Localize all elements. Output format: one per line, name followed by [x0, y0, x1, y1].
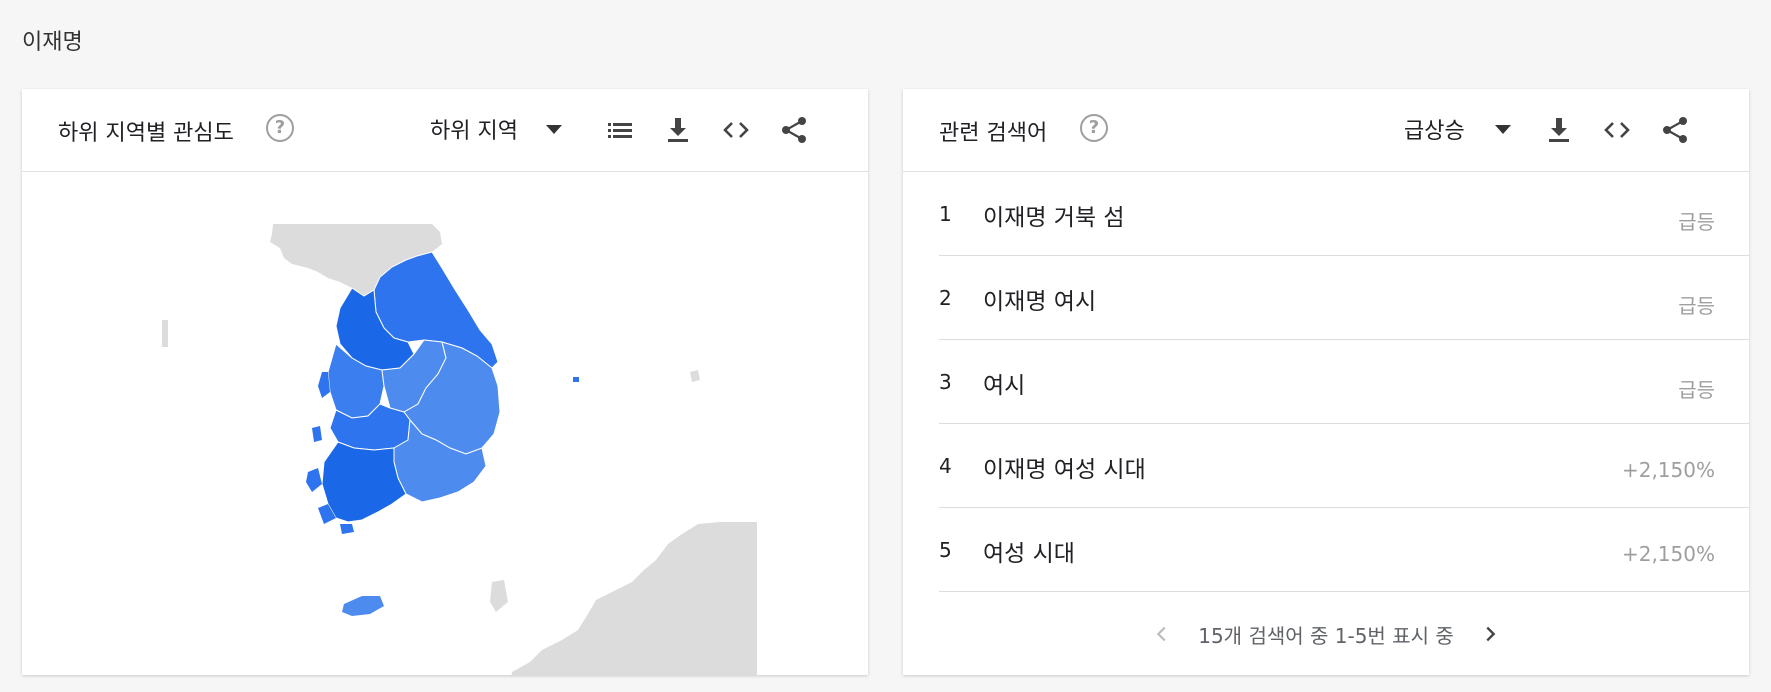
- list-item[interactable]: 4 이재명 여성 시대 +2,150%: [939, 424, 1749, 508]
- embed-code-icon[interactable]: [720, 114, 752, 146]
- caret-down-icon: [545, 124, 562, 134]
- next-page-button[interactable]: [1476, 620, 1504, 648]
- query-value: +2,150%: [1621, 542, 1715, 566]
- query-term[interactable]: 이재명 여성 시대: [983, 450, 1146, 484]
- subregion-dropdown-label: 하위 지역: [430, 119, 518, 144]
- region-jeonnam: [321, 441, 407, 523]
- related-queries-list: 1 이재명 거북 섬 급등 2 이재명 여시 급등 3 여시 급등 4 이재명 …: [939, 172, 1749, 592]
- help-icon[interactable]: ?: [1080, 114, 1108, 142]
- share-icon[interactable]: [1659, 114, 1691, 146]
- page-title: 이재명: [22, 30, 83, 55]
- download-icon[interactable]: [662, 114, 694, 146]
- query-value: 급등: [1678, 210, 1715, 234]
- related-queries-card: 관련 검색어 ? 급상승 1 이재명 거북 섬 급등 2 이재명 여시 급등 3…: [903, 89, 1749, 675]
- list-item[interactable]: 3 여시 급등: [939, 340, 1749, 424]
- map-card-header: 하위 지역별 관심도 ? 하위 지역: [22, 89, 868, 172]
- query-value: 급등: [1678, 294, 1715, 318]
- chevron-left-icon: [1157, 626, 1166, 642]
- map-card-title: 하위 지역별 관심도: [58, 121, 234, 146]
- embed-code-icon[interactable]: [1601, 114, 1633, 146]
- list-item[interactable]: 2 이재명 여시 급등: [939, 256, 1749, 340]
- query-term[interactable]: 여성 시대: [983, 534, 1075, 568]
- query-term[interactable]: 이재명 거북 섬: [983, 198, 1125, 232]
- subregion-map: [22, 172, 868, 675]
- interest-by-subregion-card: 하위 지역별 관심도 ? 하위 지역: [22, 89, 868, 675]
- query-term[interactable]: 여시: [983, 366, 1025, 400]
- pagination-text: 15개 검색어 중 1-5번 표시 중: [1198, 623, 1454, 648]
- download-icon[interactable]: [1543, 114, 1575, 146]
- rank-number: 4: [939, 454, 952, 478]
- prev-page-button[interactable]: [1148, 620, 1176, 648]
- query-term[interactable]: 이재명 여시: [983, 282, 1096, 316]
- query-value: 급등: [1678, 378, 1715, 402]
- list-item[interactable]: 5 여성 시대 +2,150%: [939, 508, 1749, 592]
- rank-number: 5: [939, 538, 952, 562]
- share-icon[interactable]: [778, 114, 810, 146]
- japan-land: [511, 522, 757, 675]
- rank-number: 3: [939, 370, 952, 394]
- query-value: +2,150%: [1621, 458, 1715, 482]
- related-card-header: 관련 검색어 ? 급상승: [903, 89, 1749, 172]
- ulleung-island: [573, 377, 579, 382]
- list-icon[interactable]: [604, 114, 636, 146]
- subregion-dropdown[interactable]: 하위 지역: [430, 113, 562, 145]
- chevron-right-icon: [1486, 626, 1496, 642]
- pagination: 15개 검색어 중 1-5번 표시 중: [903, 593, 1749, 675]
- caret-down-icon: [1494, 124, 1511, 134]
- list-item[interactable]: 1 이재명 거북 섬 급등: [939, 172, 1749, 256]
- rising-dropdown[interactable]: 급상승: [1404, 113, 1511, 145]
- japan-island-2: [490, 580, 508, 612]
- island-west: [162, 320, 168, 347]
- jeju-island: [342, 596, 384, 616]
- rising-dropdown-label: 급상승: [1404, 119, 1465, 144]
- related-card-title: 관련 검색어: [939, 121, 1048, 146]
- rank-number: 1: [939, 202, 952, 226]
- rank-number: 2: [939, 286, 952, 310]
- help-icon[interactable]: ?: [266, 114, 294, 142]
- japan-island-3: [690, 370, 700, 382]
